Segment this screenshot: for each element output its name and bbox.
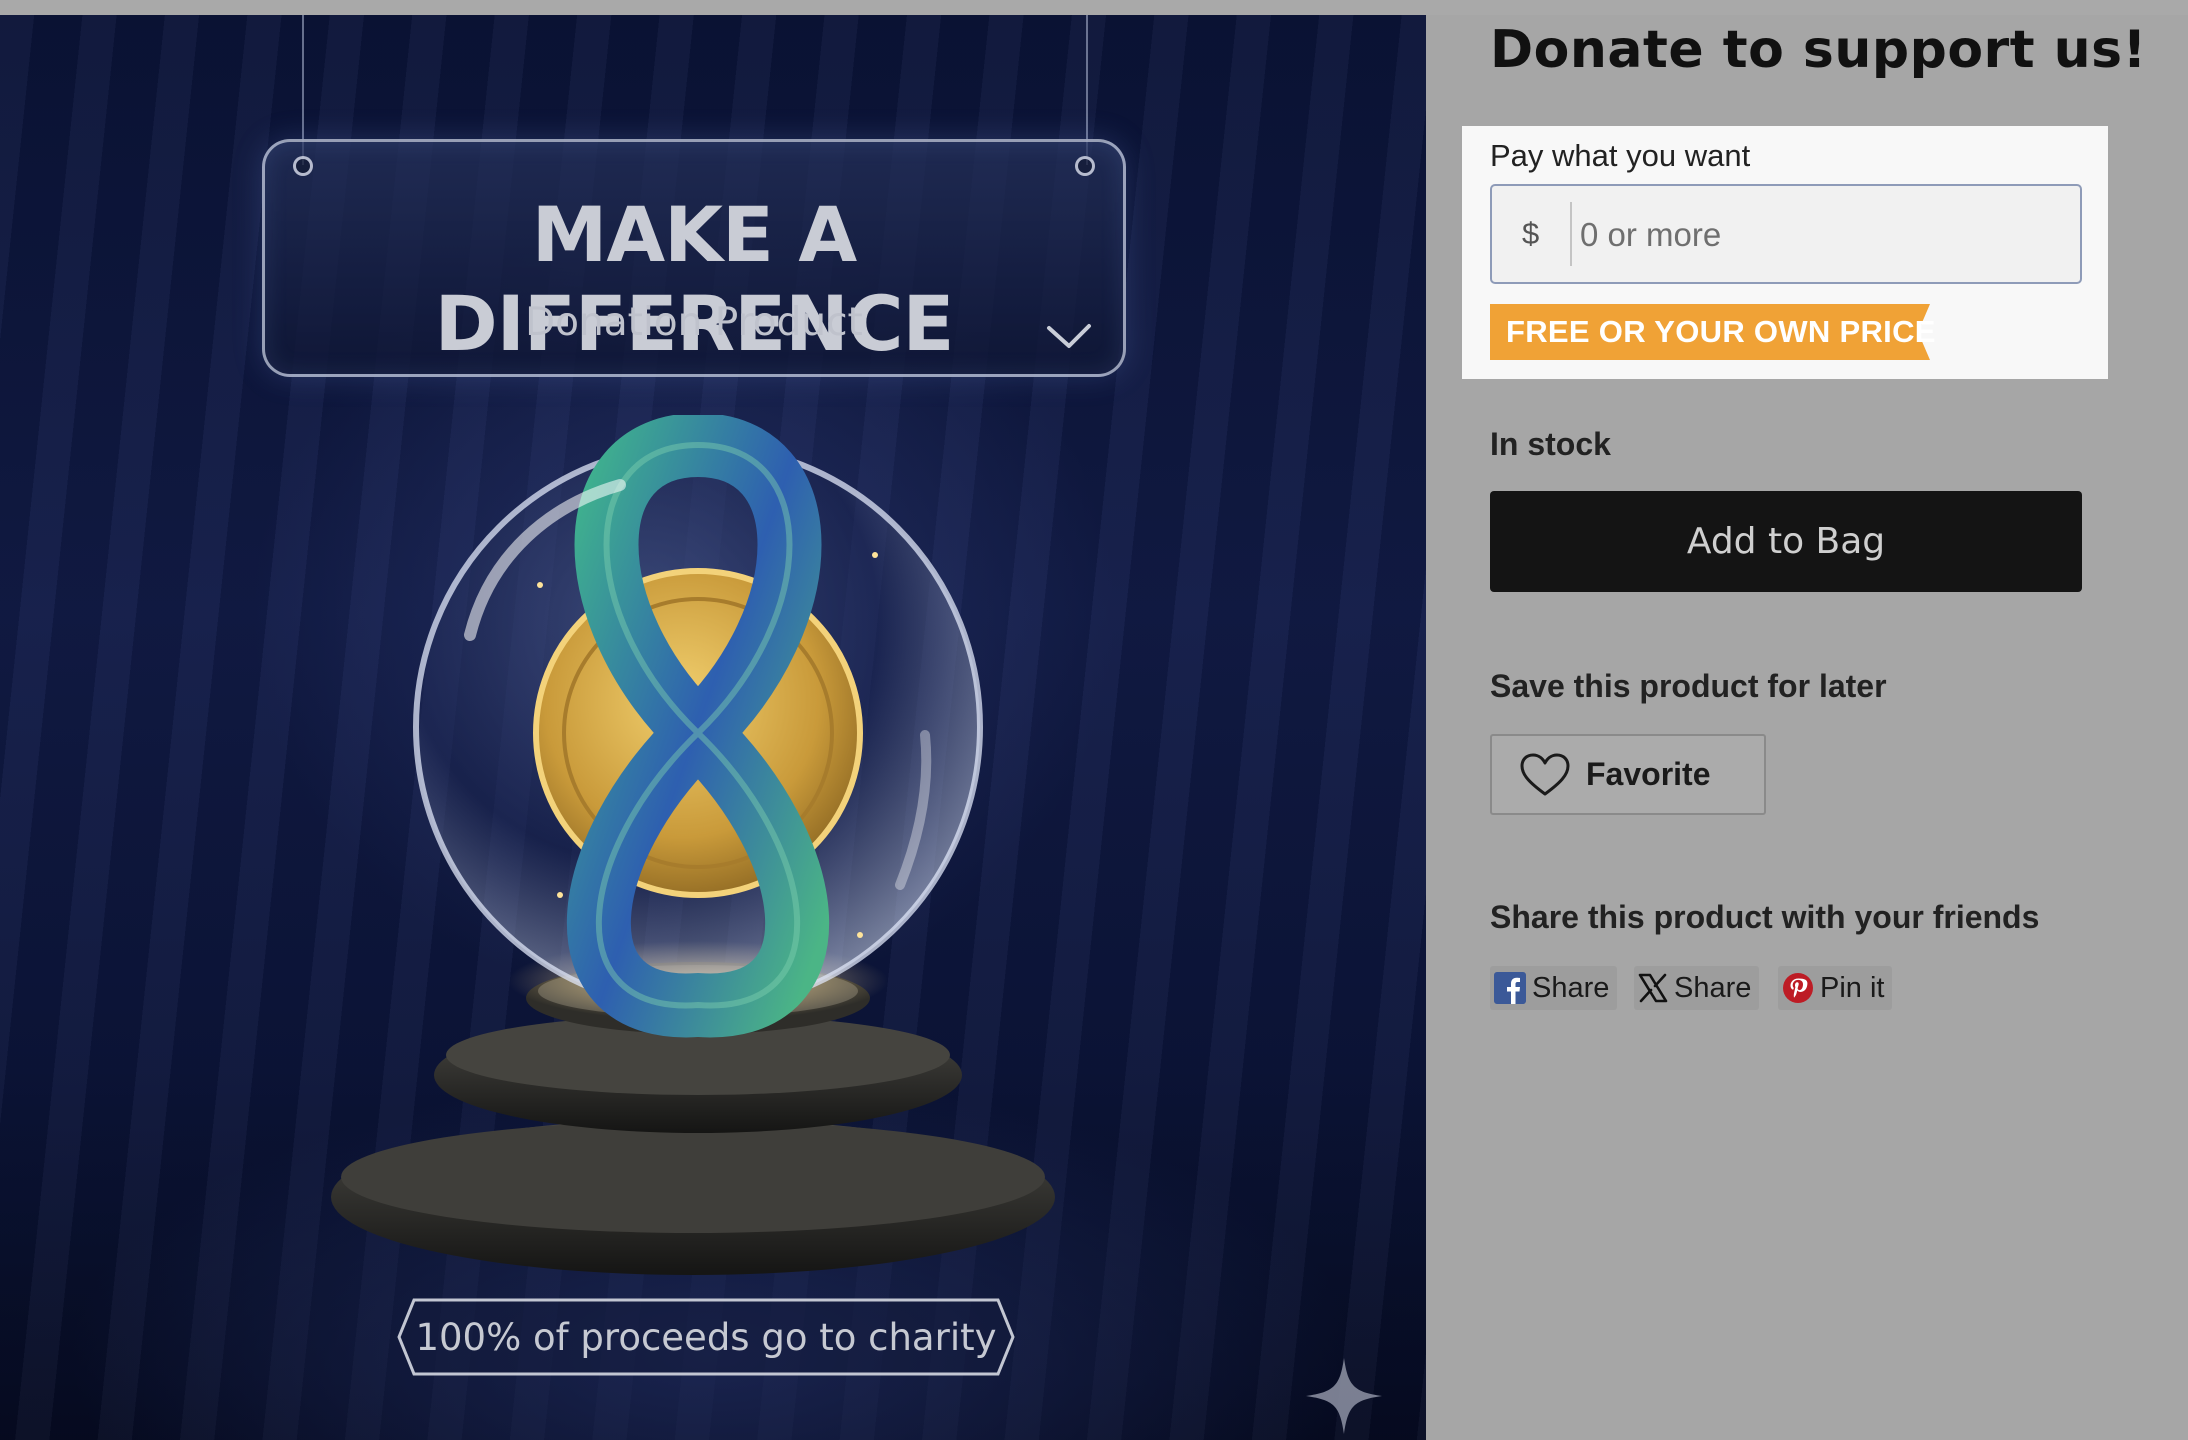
save-for-later-label: Save this product for later (1490, 668, 1887, 704)
price-input[interactable] (1578, 192, 2072, 278)
charity-text: 100% of proceeds go to charity (415, 1315, 997, 1359)
charity-banner: 100% of proceeds go to charity (396, 1297, 1016, 1377)
pay-what-you-want-label: Pay what you want (1490, 138, 1751, 173)
top-bar (0, 0, 2188, 15)
sparkle-icon (1306, 1358, 1382, 1434)
price-badge: FREE OR YOUR OWN PRICE (1490, 304, 1935, 360)
favorite-button[interactable]: Favorite (1490, 734, 1766, 815)
sign-hole-right (1075, 156, 1095, 176)
field-divider (1570, 202, 1572, 266)
add-to-bag-button[interactable]: Add to Bag (1490, 491, 2082, 592)
product-title: Donate to support us! (1490, 20, 2147, 80)
crystal-ball-illustration (331, 415, 1055, 1275)
pinterest-icon (1783, 973, 1813, 1003)
pay-what-you-want-section: Pay what you want $ FREE OR YOUR OWN PRI… (1462, 126, 2108, 379)
stock-status: In stock (1490, 426, 1611, 462)
x-share-label: Share (1674, 971, 1752, 1004)
product-image[interactable]: MAKE A DIFFERENCE Donation Product 100% … (0, 15, 1426, 1440)
x-icon (1638, 973, 1668, 1003)
currency-symbol: $ (1522, 216, 1540, 251)
price-badge-text: FREE OR YOUR OWN PRICE (1506, 314, 1936, 349)
sign-subtitle: Donation Product (525, 300, 863, 345)
facebook-icon (1494, 972, 1526, 1004)
share-label: Share this product with your friends (1490, 899, 2040, 935)
sign-hole-left (293, 156, 313, 176)
facebook-share-label: Share (1532, 971, 1610, 1004)
x-share-button[interactable]: Share (1634, 966, 1760, 1010)
favorite-label: Favorite (1586, 756, 1711, 792)
hanging-sign: MAKE A DIFFERENCE Donation Product (262, 139, 1126, 377)
pinterest-pin-button[interactable]: Pin it (1778, 966, 1893, 1010)
heart-icon (1520, 753, 1570, 795)
facebook-share-button[interactable]: Share (1490, 966, 1618, 1010)
price-field[interactable]: $ (1490, 184, 2082, 284)
checkmark-icon (1047, 324, 1091, 348)
pinterest-pin-label: Pin it (1820, 971, 1885, 1004)
